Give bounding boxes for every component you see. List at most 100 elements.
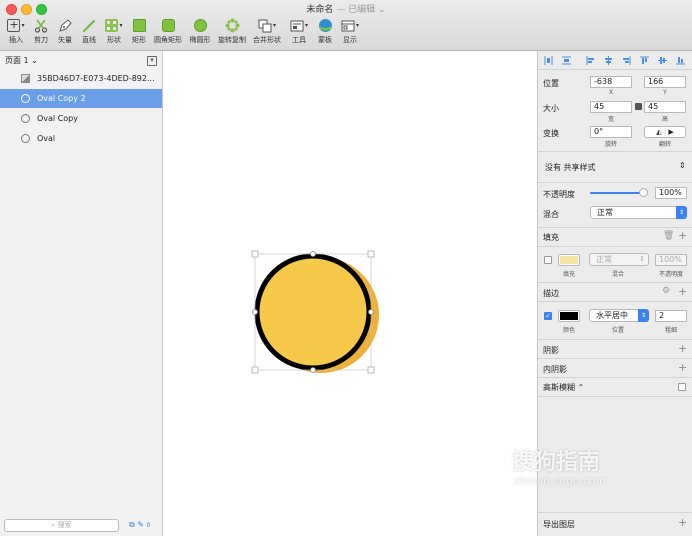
fill-opacity-field[interactable]: 100%: [655, 254, 687, 266]
shadows-section-title: 阴影: [543, 346, 559, 355]
divider: [538, 358, 692, 359]
filter-count: 0: [146, 522, 151, 529]
combine-shapes-button[interactable]: ▾ 合并形状: [250, 17, 284, 45]
layer-label: Oval Copy: [37, 114, 78, 123]
tools-icon: [290, 20, 304, 31]
fill-color-swatch[interactable]: [558, 254, 580, 266]
document-status: — 已编辑 ⌄: [336, 5, 386, 15]
oval-button[interactable]: 椭圆形: [183, 17, 217, 45]
page-selector[interactable]: 页面 1 ⌄: [5, 55, 38, 66]
border-thickness-caption: 粗细: [664, 327, 677, 334]
fill-blend-value: 正常: [596, 255, 612, 264]
inner-shadows-section-title: 内阴影: [543, 365, 567, 374]
rotate-field[interactable]: 0°: [590, 126, 632, 138]
align-left-icon[interactable]: [586, 56, 595, 65]
divider: [538, 301, 692, 302]
border-color-swatch[interactable]: [558, 310, 580, 322]
oval-shape[interactable]: [254, 253, 372, 371]
add-inner-shadow-icon[interactable]: +: [678, 362, 687, 373]
height-caption: 高: [661, 116, 668, 123]
fill-section-title: 填充: [543, 233, 559, 242]
distribute-vertical-icon[interactable]: [562, 56, 571, 65]
x-field[interactable]: -638: [590, 76, 632, 88]
align-top-icon[interactable]: [640, 56, 649, 65]
layer-search-input[interactable]: ⌕ 搜索: [4, 519, 119, 532]
align-bottom-icon[interactable]: [676, 56, 685, 65]
fill-enabled-checkbox[interactable]: [544, 256, 552, 264]
height-field[interactable]: 45: [644, 101, 686, 113]
distribute-horizontal-icon[interactable]: [544, 56, 553, 65]
shared-style-select[interactable]: 没有 共享样式 ⇕: [538, 152, 692, 182]
window-title[interactable]: 未命名 — 已编辑 ⌄: [0, 2, 692, 15]
divider: [538, 182, 692, 183]
align-center-icon[interactable]: [604, 56, 613, 65]
divider: [538, 282, 692, 283]
layer-item-image[interactable]: 35BD46D7-E073-4DED-892...: [0, 69, 162, 88]
rotate-copy-icon: [225, 18, 239, 33]
watermark-logo-text: 搜狗指南: [512, 450, 601, 475]
y-caption: Y: [663, 89, 667, 96]
width-field[interactable]: 45: [590, 101, 632, 113]
border-enabled-checkbox[interactable]: ✓: [544, 312, 552, 320]
opacity-field[interactable]: 100%: [655, 187, 687, 199]
align-right-icon[interactable]: [622, 56, 631, 65]
flip-control[interactable]: ◭ | ▶: [644, 126, 686, 138]
image-icon: [21, 74, 30, 83]
canvas[interactable]: [163, 51, 537, 536]
fill-blend-select[interactable]: 正常 ⇕: [589, 253, 649, 266]
add-export-icon[interactable]: +: [678, 517, 687, 528]
chevron-updown-icon: ⇕: [676, 206, 687, 219]
align-middle-icon[interactable]: [658, 56, 667, 65]
layer-item-oval[interactable]: Oval: [0, 129, 162, 148]
rounded-rectangle-button[interactable]: 圆角矩形: [151, 17, 185, 45]
border-position-select[interactable]: 水平居中 ⇕: [589, 309, 649, 322]
width-caption: 宽: [607, 116, 614, 123]
lock-icon[interactable]: [635, 103, 642, 110]
layer-item-oval-copy[interactable]: Oval Copy: [0, 109, 162, 128]
gaussian-blur-select[interactable]: 高斯模糊 ⌃: [543, 382, 584, 393]
brush-icon[interactable]: ✎: [137, 520, 144, 529]
copy-icon[interactable]: ⧉: [129, 520, 135, 529]
opacity-slider-knob[interactable]: [639, 188, 648, 197]
rounded-rectangle-label: 圆角矩形: [154, 36, 182, 44]
y-field[interactable]: 166: [644, 76, 686, 88]
chevron-updown-icon: ⇕: [639, 255, 645, 263]
rotate-copy-button[interactable]: 旋转复制: [215, 17, 249, 45]
rectangle-icon: [132, 19, 146, 32]
gear-icon[interactable]: ⚙: [662, 286, 670, 296]
flip-horizontal-icon[interactable]: ◭: [656, 128, 661, 136]
border-thickness-field[interactable]: 2: [655, 310, 687, 322]
blending-label: 混合: [543, 210, 559, 219]
mask-icon: [318, 19, 332, 32]
blur-enabled-checkbox[interactable]: [678, 383, 686, 391]
add-shadow-icon[interactable]: +: [678, 343, 687, 354]
layer-label: Oval Copy 2: [37, 94, 86, 103]
oval-label: 椭圆形: [189, 36, 211, 44]
divider: [538, 396, 692, 397]
divider: [538, 512, 692, 513]
border-position-caption: 位置: [611, 327, 624, 334]
shared-style-value: 没有 共享样式: [545, 163, 596, 172]
flip-vertical-icon[interactable]: ▶: [668, 128, 673, 136]
add-page-button[interactable]: ▾: [147, 56, 157, 66]
rotate-caption: 旋转: [604, 141, 617, 148]
border-section-title: 描边: [543, 289, 559, 298]
document-name: 未命名: [306, 5, 334, 15]
view-button[interactable]: ▾ 显示: [333, 17, 367, 45]
add-border-icon[interactable]: +: [678, 286, 687, 297]
border-position-value: 水平居中: [596, 311, 628, 320]
watermark: 搜狗指南 zhinan.sogo.com: [512, 444, 606, 487]
blending-value: 正常: [597, 208, 613, 217]
layer-item-oval-copy-2[interactable]: Oval Copy 2: [0, 89, 162, 108]
layer-label: 35BD46D7-E073-4DED-892...: [37, 74, 155, 83]
scissors-icon: [34, 19, 48, 33]
view-label: 显示: [343, 36, 357, 44]
blending-select[interactable]: 正常 ⇕: [590, 206, 687, 219]
trash-icon[interactable]: 🗑: [663, 231, 674, 241]
divider: [538, 69, 692, 70]
transform-label: 变换: [543, 129, 559, 138]
divider: [538, 227, 692, 228]
fill-color-caption: 填充: [562, 271, 575, 278]
add-fill-icon[interactable]: +: [678, 230, 687, 241]
opacity-slider[interactable]: [590, 188, 648, 197]
